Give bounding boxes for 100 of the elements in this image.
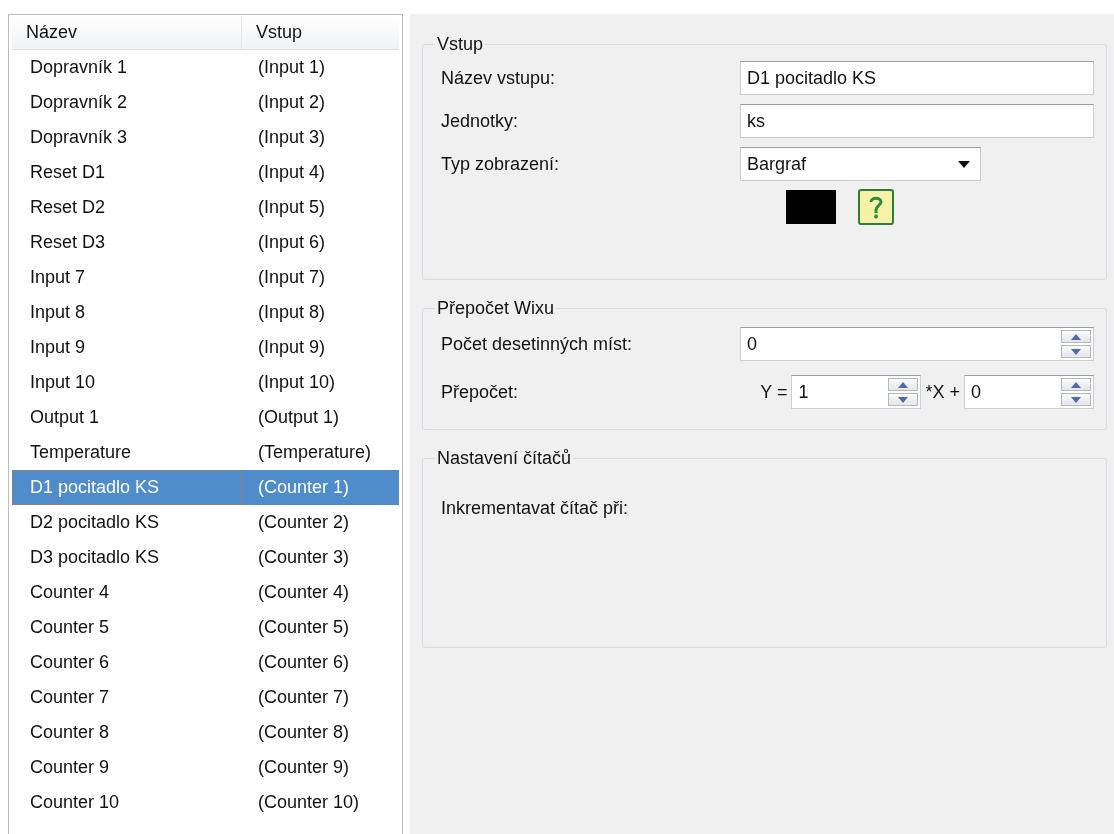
formula-label: *X + (925, 381, 960, 403)
input-cell-text: (Counter 6) (257, 651, 351, 674)
input-cell-text: (Counter 10) (257, 791, 361, 814)
name-cell-text: Reset D1 (29, 161, 107, 184)
up-arrow-icon (1071, 381, 1081, 388)
list-row[interactable]: Dopravník 1 (Input 1) (12, 50, 399, 85)
name-cell-text: Input 9 (29, 336, 87, 359)
name-cell-text: Reset D3 (29, 231, 107, 254)
name-cell-text: Counter 4 (29, 581, 111, 604)
name-cell-text: Counter 8 (29, 721, 111, 744)
spin-up-button[interactable] (888, 378, 919, 391)
list-row[interactable]: Dopravník 3 (Input 3) (12, 120, 399, 155)
input-cell-text: (Counter 3) (257, 546, 351, 569)
name-cell-text: Counter 5 (29, 616, 111, 639)
down-arrow-icon (1071, 396, 1081, 403)
input-cell-text: (Input 8) (257, 301, 327, 324)
list-row[interactable]: Counter 10 (Counter 10) (12, 785, 399, 820)
list-row[interactable]: Counter 4 (Counter 4) (12, 575, 399, 610)
input-cell-text: (Input 6) (257, 231, 327, 254)
spin-down-button[interactable] (888, 393, 919, 406)
list-row[interactable]: Counter 6 (Counter 6) (12, 645, 399, 680)
field-label: Typ zobrazení: (441, 153, 560, 175)
group-title: Vstup (436, 34, 485, 55)
name-cell-text: Temperature (29, 441, 133, 464)
input-cell-text: (Input 1) (257, 56, 327, 79)
list-row[interactable]: Counter 5 (Counter 5) (12, 610, 399, 645)
spin-field[interactable]: 0 (740, 327, 1094, 361)
color-swatch[interactable] (786, 190, 836, 224)
input-cell-text: (Counter 7) (257, 686, 351, 709)
column-header[interactable]: Název (12, 16, 242, 49)
spin-field[interactable]: 1 (791, 375, 922, 409)
list-row[interactable]: Counter 8 (Counter 8) (12, 715, 399, 750)
name-cell-text: Counter 7 (29, 686, 111, 709)
list-row[interactable]: Input 9 (Input 9) (12, 330, 399, 365)
name-cell-text: Dopravník 3 (29, 126, 129, 149)
name-cell-text: Output 1 (29, 406, 101, 429)
question-mark-icon (869, 195, 883, 219)
input-cell-text: (Input 4) (257, 161, 327, 184)
input-cell-text: (Input 9) (257, 336, 327, 359)
list-row[interactable]: Reset D3 (Input 6) (12, 225, 399, 260)
list-row[interactable]: D1 pocitadlo KS (Counter 1) (12, 470, 399, 505)
field-label: Název vstupu: (441, 67, 556, 89)
list-row[interactable]: Dopravník 2 (Input 2) (12, 85, 399, 120)
list-row[interactable]: Input 7 (Input 7) (12, 260, 399, 295)
input-cell-text: (Counter 4) (257, 581, 351, 604)
field-label: Přepočet: (441, 381, 519, 403)
field-label: Inkrementavat čítač při: (441, 497, 629, 519)
display-type-dropdown[interactable]: Bargraf (740, 147, 981, 181)
name-cell-text: D2 pocitadlo KS (29, 511, 161, 534)
up-arrow-icon (898, 381, 909, 388)
name-cell-text: D3 pocitadlo KS (29, 546, 161, 569)
list-row[interactable]: Counter 7 (Counter 7) (12, 680, 399, 715)
column-header[interactable]: Vstup (242, 16, 399, 49)
name-cell-text: Counter 10 (29, 791, 121, 814)
name-cell-text: Counter 9 (29, 756, 111, 779)
list-row[interactable]: Output 1 (Output 1) (12, 400, 399, 435)
spin-up-button[interactable] (1061, 330, 1091, 343)
name-cell: D1 pocitadlo KS (12, 470, 242, 505)
list-row[interactable]: Input 10 (Input 10) (12, 365, 399, 400)
name-field[interactable]: D1 pocitadlo KS (740, 61, 1094, 95)
formula-label: Y = (760, 381, 788, 403)
group-title: Nastavení čítačů (436, 448, 573, 469)
list-row[interactable]: Reset D2 (Input 5) (12, 190, 399, 225)
input-cell-text: (Input 2) (257, 91, 327, 114)
up-arrow-icon (1071, 333, 1081, 340)
spin-field[interactable]: 0 (964, 375, 1094, 409)
list-row[interactable]: D3 pocitadlo KS (Counter 3) (12, 540, 399, 575)
list-row[interactable]: Temperature (Temperature) (12, 435, 399, 470)
input-cell-text: (Input 10) (257, 371, 337, 394)
input-cell-text: (Counter 1) (257, 476, 351, 499)
dropdown-caret-icon (958, 160, 970, 168)
spin-down-button[interactable] (1061, 345, 1091, 358)
group-title: Přepočet Wixu (436, 298, 556, 319)
input-cell-text: (Temperature) (257, 441, 373, 464)
list-row[interactable]: D2 pocitadlo KS (Counter 2) (12, 505, 399, 540)
name-cell-text: Counter 6 (29, 651, 111, 674)
list-row[interactable]: Reset D1 (Input 4) (12, 155, 399, 190)
input-cell-text: (Counter 5) (257, 616, 351, 639)
input-cell-text: (Counter 2) (257, 511, 351, 534)
input-cell-text: (Input 5) (257, 196, 327, 219)
units-field[interactable]: ks (740, 104, 1094, 138)
name-cell-text: Dopravník 2 (29, 91, 129, 114)
name-cell-text: Reset D2 (29, 196, 107, 219)
input-cell-text: (Input 3) (257, 126, 327, 149)
down-arrow-icon (898, 396, 909, 403)
spin-down-button[interactable] (1061, 393, 1091, 406)
input-cell-text: (Counter 9) (257, 756, 351, 779)
name-cell-text: Dopravník 1 (29, 56, 129, 79)
name-cell-text: Input 10 (29, 371, 97, 394)
field-label: Počet desetinných míst: (441, 333, 633, 355)
down-arrow-icon (1071, 348, 1081, 355)
help-button[interactable] (858, 189, 894, 225)
name-cell-text: Input 8 (29, 301, 87, 324)
name-cell-text: Input 7 (29, 266, 87, 289)
list-row[interactable]: Counter 9 (Counter 9) (12, 750, 399, 785)
input-cell-text: (Output 1) (257, 406, 341, 429)
spin-up-button[interactable] (1061, 378, 1091, 391)
list-row[interactable]: Input 8 (Input 8) (12, 295, 399, 330)
field-label: Jednotky: (441, 110, 519, 132)
input-cell-text: (Input 7) (257, 266, 327, 289)
